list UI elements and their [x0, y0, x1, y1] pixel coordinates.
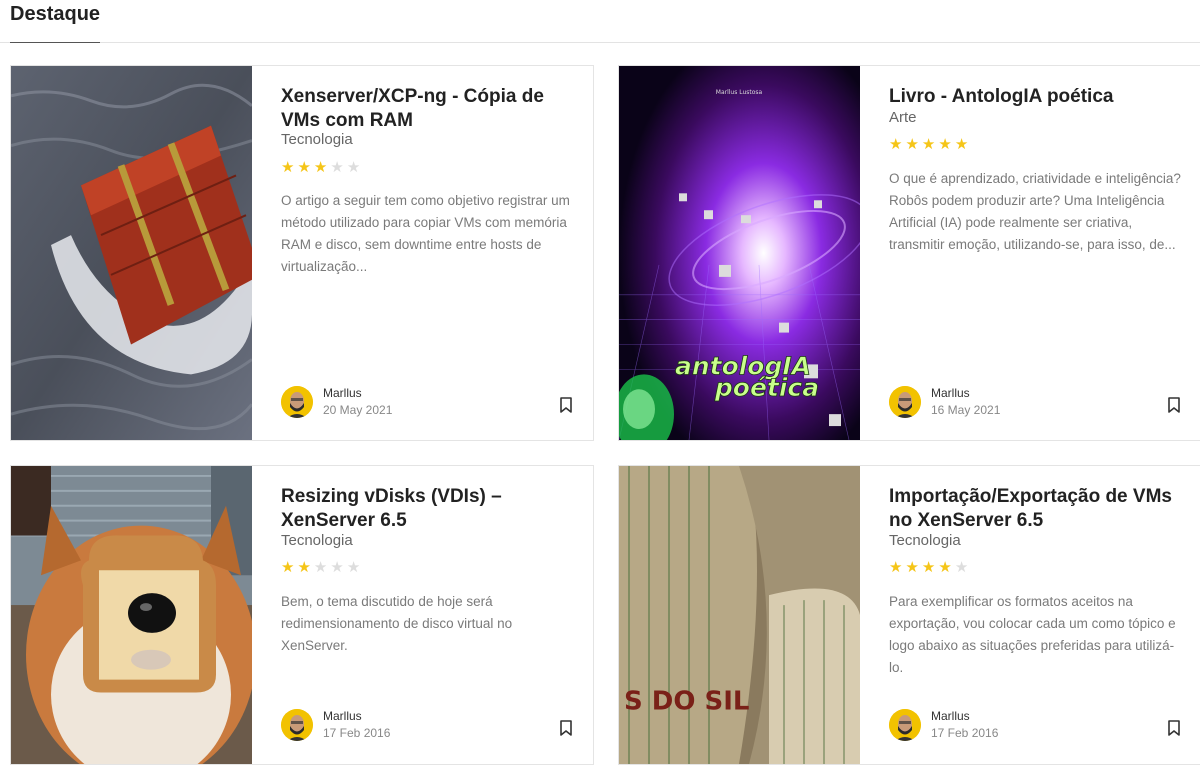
- article-category[interactable]: Arte: [889, 109, 917, 126]
- author-avatar[interactable]: [889, 709, 921, 741]
- treasure-chest-image: [11, 66, 252, 440]
- article-category[interactable]: Tecnologia: [281, 532, 353, 549]
- article-card[interactable]: Resizing vDisks (VDIs) – XenServer 6.5 T…: [10, 465, 594, 765]
- star-icon: ★: [889, 136, 903, 153]
- bookmark-icon[interactable]: [559, 397, 573, 413]
- bookmark-icon[interactable]: [559, 720, 573, 736]
- star-icon: ★: [297, 559, 311, 576]
- star-icon: ★: [889, 559, 903, 576]
- publish-date: 17 Feb 2016: [931, 726, 999, 740]
- star-icon: ★: [313, 159, 328, 176]
- star-icon: ★: [330, 159, 344, 176]
- star-icon: ★: [905, 136, 919, 153]
- article-excerpt: O que é aprendizado, criatividade e inte…: [889, 171, 1181, 252]
- star-icon: ★: [954, 136, 969, 153]
- book-cover-image: Marllus Lustosa antologIA poética: [619, 66, 860, 440]
- star-icon: ★: [921, 136, 936, 153]
- star-icon: ★: [281, 159, 295, 176]
- bookmark-icon[interactable]: [1167, 397, 1181, 413]
- article-thumbnail-treasure-chest[interactable]: [11, 66, 252, 440]
- article-card-body: Xenserver/XCP-ng - Cópia de VMs com RAM …: [281, 66, 593, 440]
- star-icon: ★: [905, 559, 919, 576]
- author-block: Marllus 16 May 2021: [889, 385, 1000, 419]
- article-title[interactable]: Importação/Exportação de VMs no XenServe…: [889, 485, 1189, 533]
- star-icon: ★: [297, 159, 311, 176]
- star-icon: ★: [330, 559, 344, 576]
- publish-date: 17 Feb 2016: [323, 726, 391, 740]
- section-title: Destaque: [10, 3, 101, 25]
- author-avatar[interactable]: [889, 386, 921, 418]
- article-card[interactable]: S DO SIL Importação/Exportação de VMs no…: [618, 465, 1200, 765]
- coffee-sacks-image: S DO SIL: [619, 466, 860, 764]
- article-card[interactable]: Xenserver/XCP-ng - Cópia de VMs com RAM …: [10, 65, 594, 441]
- star-icon: ★: [346, 559, 361, 576]
- star-icon: ★: [281, 559, 295, 576]
- star-rating: ★ ★ ★ ★ ★: [281, 560, 360, 575]
- publish-date: 20 May 2021: [323, 403, 393, 417]
- article-thumbnail-book-cover[interactable]: Marllus Lustosa antologIA poética: [619, 66, 860, 440]
- author-name[interactable]: Marllus: [323, 385, 392, 401]
- article-card-body: Importação/Exportação de VMs no XenServe…: [889, 466, 1200, 764]
- article-title[interactable]: Livro - AntologIA poética: [889, 85, 1189, 109]
- author-name[interactable]: Marllus: [323, 708, 390, 724]
- star-icon: ★: [921, 559, 936, 576]
- star-icon: ★: [938, 136, 952, 153]
- article-thumbnail-dog[interactable]: [11, 466, 252, 764]
- sack-print-text: S DO SIL: [624, 686, 749, 716]
- star-icon: ★: [313, 559, 328, 576]
- article-category[interactable]: Tecnologia: [281, 131, 353, 148]
- article-excerpt: Bem, o tema discutido de hoje será redim…: [281, 594, 513, 653]
- article-excerpt: O artigo a seguir tem como objetivo regi…: [281, 193, 570, 274]
- star-rating: ★ ★ ★ ★ ★: [281, 160, 360, 175]
- article-card[interactable]: Marllus Lustosa antologIA poética Livro …: [618, 65, 1200, 441]
- author-name[interactable]: Marllus: [931, 708, 998, 724]
- star-icon: ★: [954, 559, 969, 576]
- author-block: Marllus 20 May 2021: [281, 385, 392, 419]
- author-avatar[interactable]: [281, 386, 313, 418]
- article-card-body: Resizing vDisks (VDIs) – XenServer 6.5 T…: [281, 466, 593, 764]
- publish-date: 16 May 2021: [931, 403, 1001, 417]
- article-thumbnail-coffee-sacks[interactable]: S DO SIL: [619, 466, 860, 764]
- star-icon: ★: [346, 159, 361, 176]
- author-block: Marllus 17 Feb 2016: [281, 708, 390, 742]
- article-title[interactable]: Resizing vDisks (VDIs) – XenServer 6.5: [281, 485, 581, 533]
- star-rating: ★ ★ ★ ★ ★: [889, 560, 968, 575]
- star-rating: ★ ★ ★ ★ ★: [889, 137, 968, 152]
- cover-title-line2: poética: [714, 373, 819, 402]
- bookmark-icon[interactable]: [1167, 720, 1181, 736]
- author-avatar[interactable]: [281, 709, 313, 741]
- author-name[interactable]: Marllus: [931, 385, 1000, 401]
- article-title[interactable]: Xenserver/XCP-ng - Cópia de VMs com RAM: [281, 85, 581, 133]
- article-card-body: Livro - AntologIA poética Arte ★ ★ ★ ★ ★ O q…: [889, 66, 1200, 440]
- article-excerpt: Para exemplificar os formatos aceitos na…: [889, 594, 1176, 675]
- section-header: Destaque: [0, 0, 1200, 43]
- cover-author-text: Marllus Lustosa: [716, 89, 763, 96]
- dog-with-bread-image: [11, 466, 252, 764]
- author-block: Marllus 17 Feb 2016: [889, 708, 998, 742]
- section-title-underline: [10, 42, 100, 43]
- article-category[interactable]: Tecnologia: [889, 532, 961, 549]
- star-icon: ★: [938, 559, 952, 576]
